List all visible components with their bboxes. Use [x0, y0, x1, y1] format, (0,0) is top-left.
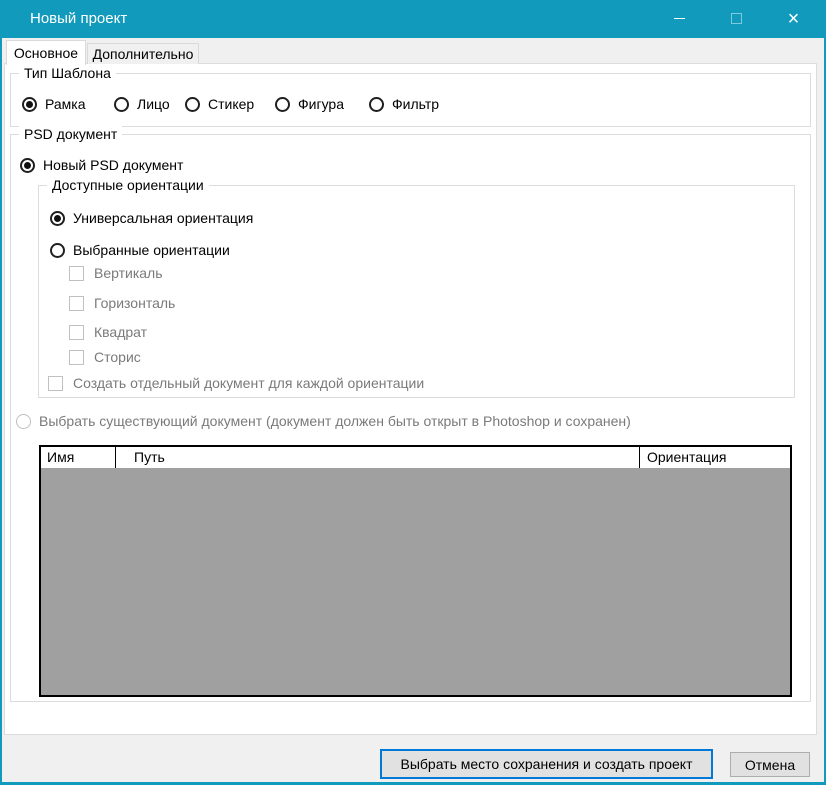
maximize-button [708, 0, 765, 37]
template-type-group: Тип Шаблона Рамка Лицо Стикер Фигура Фил… [10, 73, 811, 127]
radio-existing-document: Выбрать существующий документ (документ … [16, 412, 631, 430]
documents-table: Имя Путь Ориентация [39, 445, 792, 697]
window-border-left [0, 38, 2, 785]
radio-selected-icon [20, 158, 35, 173]
psd-document-group-title: PSD документ [19, 126, 122, 142]
checkbox-label: Горизонталь [94, 295, 175, 311]
close-icon: × [788, 9, 800, 29]
checkbox-vertical: Вертикаль [69, 264, 163, 282]
new-project-dialog: Новый проект × Основное Дополнительно Ти… [0, 0, 826, 785]
checkbox-label: Квадрат [94, 324, 147, 340]
radio-label: Стикер [208, 96, 254, 112]
tab-advanced[interactable]: Дополнительно [87, 43, 199, 64]
radio-label: Лицо [137, 96, 170, 112]
radio-new-psd-document[interactable]: Новый PSD документ [20, 156, 183, 174]
template-type-group-title: Тип Шаблона [19, 65, 116, 81]
column-header-path[interactable]: Путь [116, 447, 640, 468]
close-button[interactable]: × [765, 0, 822, 37]
checkbox-label: Создать отдельный документ для каждой ор… [73, 375, 424, 391]
window-title: Новый проект [30, 0, 127, 38]
orientations-group: Доступные ориентации Универсальная ориен… [38, 185, 795, 398]
checkbox-icon [69, 325, 84, 340]
checkbox-square: Квадрат [69, 323, 147, 341]
radio-label: Выбранные ориентации [73, 242, 230, 258]
create-project-button[interactable]: Выбрать место сохранения и создать проек… [380, 749, 713, 779]
tab-main[interactable]: Основное [6, 40, 86, 65]
radio-disabled-icon [16, 414, 31, 429]
cancel-button[interactable]: Отмена [730, 752, 810, 777]
radio-template-face[interactable]: Лицо [114, 95, 170, 113]
checkbox-icon [48, 376, 63, 391]
radio-icon [369, 97, 384, 112]
radio-label: Фигура [298, 96, 344, 112]
radio-template-frame[interactable]: Рамка [22, 95, 86, 113]
maximize-icon [731, 13, 742, 24]
radio-template-sticker[interactable]: Стикер [185, 95, 254, 113]
radio-template-filter[interactable]: Фильтр [369, 95, 439, 113]
radio-label: Универсальная ориентация [73, 210, 253, 226]
window-controls: × [651, 0, 822, 37]
tab-page-main: Тип Шаблона Рамка Лицо Стикер Фигура Фил… [4, 63, 817, 735]
checkbox-icon [69, 350, 84, 365]
minimize-button[interactable] [651, 0, 708, 37]
documents-table-header: Имя Путь Ориентация [41, 447, 790, 468]
radio-selected-orientations[interactable]: Выбранные ориентации [50, 241, 230, 259]
radio-icon [185, 97, 200, 112]
checkbox-separate-document: Создать отдельный документ для каждой ор… [48, 374, 424, 392]
checkbox-horizontal: Горизонталь [69, 294, 175, 312]
radio-label: Новый PSD документ [43, 157, 183, 173]
checkbox-icon [69, 296, 84, 311]
radio-label: Фильтр [392, 96, 439, 112]
documents-table-body[interactable] [41, 468, 790, 695]
checkbox-label: Вертикаль [94, 265, 163, 281]
radio-selected-icon [50, 211, 65, 226]
checkbox-stories: Сторис [69, 348, 141, 366]
radio-selected-icon [22, 97, 37, 112]
radio-label: Выбрать существующий документ (документ … [39, 413, 631, 429]
orientations-group-title: Доступные ориентации [47, 177, 209, 193]
minimize-icon [674, 18, 685, 19]
psd-document-group: PSD документ Новый PSD документ Доступны… [10, 134, 811, 702]
column-header-orientation[interactable]: Ориентация [640, 447, 790, 468]
radio-icon [50, 243, 65, 258]
radio-template-figure[interactable]: Фигура [275, 95, 344, 113]
titlebar[interactable]: Новый проект × [0, 0, 826, 38]
checkbox-icon [69, 266, 84, 281]
checkbox-label: Сторис [94, 349, 141, 365]
radio-universal-orientation[interactable]: Универсальная ориентация [50, 209, 253, 227]
radio-icon [275, 97, 290, 112]
column-header-name[interactable]: Имя [41, 447, 116, 468]
radio-label: Рамка [45, 96, 86, 112]
radio-icon [114, 97, 129, 112]
